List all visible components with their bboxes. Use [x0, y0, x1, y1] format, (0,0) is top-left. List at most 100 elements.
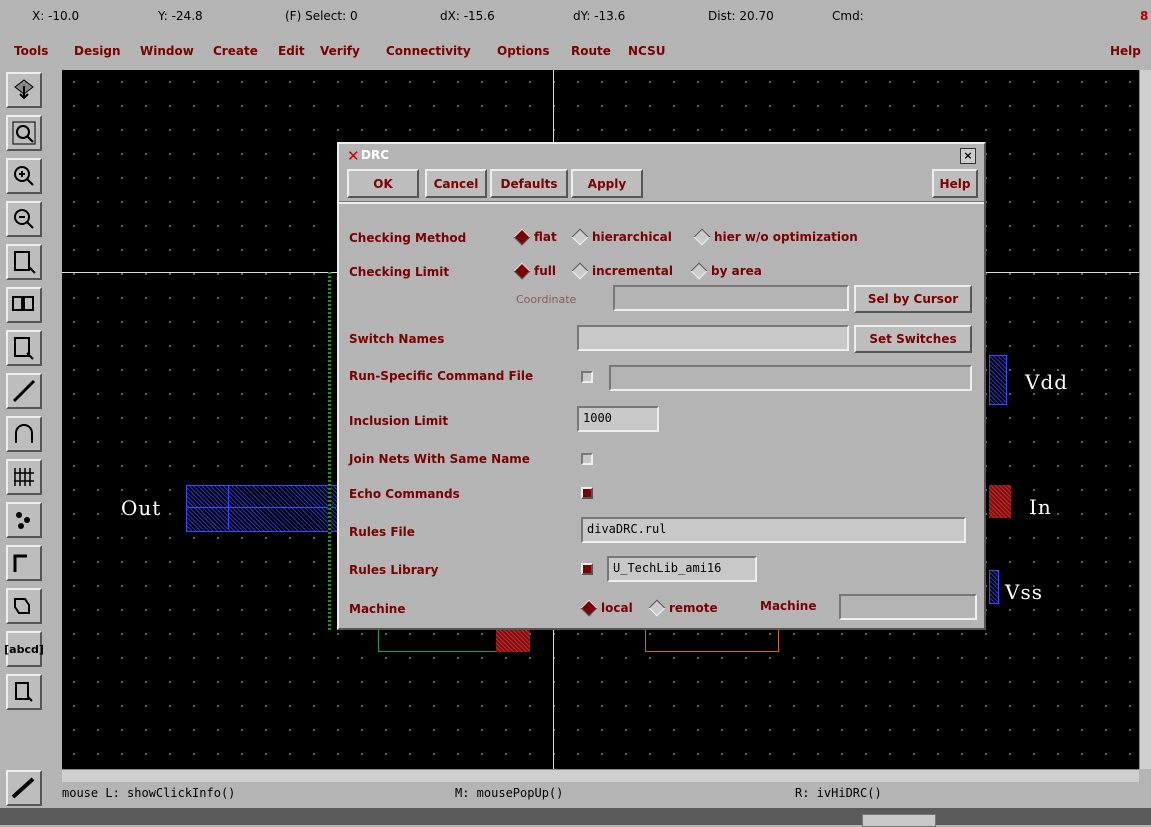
- distance-readout: Dist: 20.70: [708, 9, 774, 23]
- inclusion-limit-label: Inclusion Limit: [349, 414, 449, 428]
- inclusion-limit-input[interactable]: 1000: [577, 406, 659, 432]
- help-button[interactable]: Help: [932, 169, 978, 198]
- radio-off-icon: [693, 228, 711, 246]
- ruler-icon: [11, 777, 35, 799]
- close-icon[interactable]: ×: [960, 148, 976, 164]
- instance-button[interactable]: [6, 502, 42, 538]
- x-coordinate: X: -10.0: [32, 9, 80, 23]
- menu-route[interactable]: Route: [571, 44, 611, 58]
- dialog-title-bar[interactable]: ✕ DRC ×: [339, 144, 984, 166]
- path-icon: [13, 554, 27, 572]
- zoom-fit-icon: [12, 121, 36, 145]
- wire-icon: [12, 379, 36, 403]
- copy-button[interactable]: [6, 287, 42, 323]
- y-coordinate: Y: -24.8: [158, 9, 203, 23]
- radio-flat[interactable]: flat: [513, 228, 557, 246]
- radio-hier-wo-optimization[interactable]: hier w/o optimization: [693, 228, 858, 246]
- radio-off-icon: [571, 262, 589, 280]
- ruler-button[interactable]: [6, 770, 42, 806]
- rectangle-icon: [15, 682, 33, 702]
- run-specific-file-field[interactable]: [609, 365, 972, 391]
- radio-on-icon: [513, 262, 531, 280]
- zoom-out-button[interactable]: [6, 201, 42, 237]
- ok-button[interactable]: OK: [347, 169, 419, 198]
- radio-off-icon: [571, 228, 589, 246]
- stretch-icon: [14, 251, 36, 274]
- menu-verify[interactable]: Verify: [320, 44, 360, 58]
- rules-library-input[interactable]: U_TechLib_ami16: [607, 556, 757, 582]
- cancel-button[interactable]: Cancel: [425, 169, 487, 198]
- pin-grid-icon: [14, 468, 34, 486]
- echo-commands-checkbox[interactable]: [581, 487, 593, 499]
- in-label: In: [1029, 495, 1052, 519]
- menu-design[interactable]: Design: [74, 44, 121, 58]
- menu-edit[interactable]: Edit: [278, 44, 305, 58]
- coordinate-field[interactable]: [613, 285, 849, 311]
- vss-metal-rect: [989, 570, 999, 604]
- menu-create[interactable]: Create: [213, 44, 258, 58]
- menu-tools[interactable]: Tools: [14, 44, 48, 58]
- join-nets-checkbox[interactable]: [581, 453, 593, 465]
- stretch-button[interactable]: [6, 244, 42, 280]
- radio-local[interactable]: local: [580, 599, 633, 617]
- defaults-button[interactable]: Defaults: [490, 169, 568, 198]
- label-button[interactable]: [abcd]: [4, 631, 44, 667]
- rules-file-input[interactable]: divaDRC.rul: [581, 517, 966, 543]
- window-controls[interactable]: [862, 814, 936, 827]
- mouse-left-binding: mouse L: showClickInfo(): [62, 786, 236, 800]
- run-specific-checkbox[interactable]: [581, 371, 593, 383]
- sel-by-cursor-button[interactable]: Sel by Cursor: [854, 285, 972, 313]
- vdd-label: Vdd: [1025, 370, 1069, 394]
- polygon-button[interactable]: [6, 588, 42, 624]
- in-contact-rect: [989, 485, 1011, 518]
- radio-full[interactable]: full: [513, 262, 556, 280]
- instance-icon: [16, 512, 30, 529]
- horizontal-scrollbar[interactable]: [62, 769, 1139, 782]
- radio-remote[interactable]: remote: [648, 599, 718, 617]
- green-outline: [378, 630, 498, 652]
- fit-view-button[interactable]: [6, 115, 42, 151]
- dx-readout: dX: -15.6: [440, 9, 495, 23]
- rules-library-checkbox[interactable]: [581, 563, 593, 575]
- dy-readout: dY: -13.6: [573, 9, 626, 23]
- arc-icon: [15, 424, 33, 443]
- out-label: Out: [121, 496, 162, 520]
- zoom-out-icon: [14, 209, 34, 229]
- radio-by-area[interactable]: by area: [690, 262, 762, 280]
- dialog-title: DRC: [361, 148, 390, 162]
- radio-incremental[interactable]: incremental: [571, 262, 673, 280]
- out-metal-divider: [186, 507, 336, 508]
- pin-button[interactable]: [6, 459, 42, 495]
- x-logo-icon: ✕: [347, 147, 360, 165]
- echo-commands-label: Echo Commands: [349, 487, 460, 501]
- save-icon-button[interactable]: [6, 72, 42, 108]
- menu-options[interactable]: Options: [497, 44, 550, 58]
- menu-ncsu[interactable]: NCSU: [628, 44, 665, 58]
- rectangle-button[interactable]: [6, 674, 42, 710]
- vdd-metal-rect: [989, 355, 1007, 405]
- move-button[interactable]: [6, 330, 42, 366]
- machine-name-field[interactable]: [839, 594, 977, 620]
- menu-bar: Tools Design Window Create Edit Verify C…: [0, 40, 1151, 66]
- dialog-separator: [339, 201, 984, 204]
- out-metal-rect: [186, 485, 338, 532]
- rules-library-label: Rules Library: [349, 563, 439, 577]
- menu-connectivity[interactable]: Connectivity: [386, 44, 471, 58]
- path-button[interactable]: [6, 545, 42, 581]
- set-switches-button[interactable]: Set Switches: [854, 325, 972, 353]
- zoom-in-button[interactable]: [6, 158, 42, 194]
- switch-names-input[interactable]: [577, 325, 849, 351]
- radio-hierarchical[interactable]: hierarchical: [571, 228, 672, 246]
- poly-line: [328, 270, 331, 630]
- menu-help[interactable]: Help: [1110, 44, 1141, 58]
- vss-label: Vss: [1005, 580, 1043, 604]
- wire-button[interactable]: [6, 373, 42, 409]
- apply-button[interactable]: Apply: [571, 169, 643, 198]
- menu-window[interactable]: Window: [140, 44, 194, 58]
- save-icon: [14, 79, 34, 100]
- coordinate-status-bar: X: -10.0 Y: -24.8 (F) Select: 0 dX: -15.…: [0, 0, 1151, 31]
- zoom-in-icon: [14, 166, 34, 186]
- machine-label: Machine: [349, 602, 406, 616]
- arc-button[interactable]: [6, 416, 42, 452]
- vertical-scrollbar[interactable]: [1139, 70, 1151, 769]
